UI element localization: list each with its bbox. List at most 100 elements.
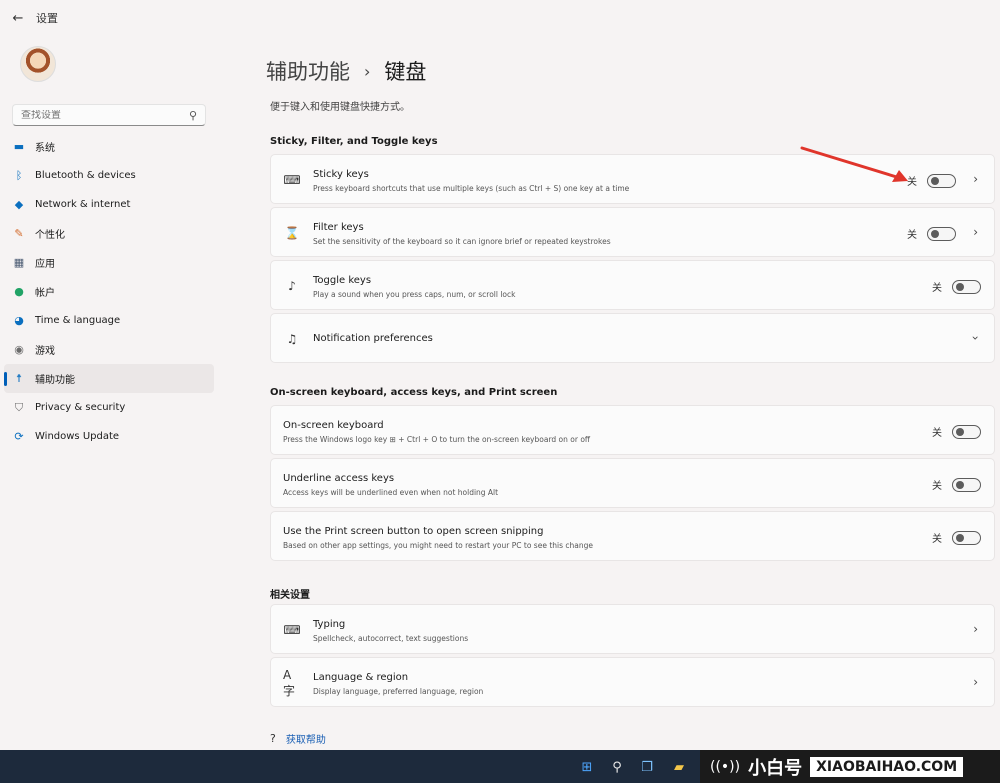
sidebar-item-label: Privacy & security — [35, 402, 126, 413]
chevron-right-icon[interactable]: › — [973, 172, 978, 186]
page-subtitle: 便于键入和使用键盘快捷方式。 — [270, 102, 410, 113]
get-help-link[interactable]: ? 获取帮助 — [270, 731, 326, 746]
sidebar-item-label: Windows Update — [35, 431, 120, 442]
sidebar-item-windows-update[interactable]: ⟳ Windows Update — [0, 422, 214, 451]
page-title: 键盘 — [384, 60, 427, 84]
toggle-state-label: 关 — [907, 230, 917, 241]
speaker-icon: ♪ — [288, 279, 296, 293]
card-title: Language & region — [313, 672, 409, 683]
underline-access-keys-toggle[interactable] — [952, 477, 981, 492]
back-arrow-icon[interactable]: ← — [8, 8, 28, 28]
monitor-icon: ▬ — [13, 140, 25, 153]
card-title: Sticky keys — [313, 169, 369, 180]
get-help-label: 获取帮助 — [285, 735, 326, 746]
card-description: Spellcheck, autocorrect, text suggestion… — [313, 634, 469, 643]
language-icon: A字 — [283, 667, 296, 698]
search-box[interactable]: ⚲ — [12, 104, 206, 126]
search-icon[interactable]: ⚲ — [189, 109, 197, 122]
watermark-brand: ((•)) 小白号 XIAOBAIHAO.COM — [700, 750, 1000, 783]
toggle-keys-card[interactable]: ♪ Toggle keys Play a sound when you pres… — [270, 260, 995, 310]
sidebar-item-label: 应用 — [35, 259, 55, 270]
brand-name: 小白号 — [748, 757, 803, 779]
title-bar: ← 设置 — [0, 0, 1000, 34]
sidebar-item-system[interactable]: ▬ 系统 — [0, 132, 214, 161]
breadcrumb: 辅助功能 › 键盘 — [266, 56, 426, 86]
keyboard-sticky-icon: ⌨ — [283, 173, 301, 187]
toggle-state-label: 关 — [932, 534, 942, 545]
keyboard-icon: ⌨ — [283, 623, 301, 637]
sidebar-item-label: 辅助功能 — [35, 375, 75, 386]
toggle-group: 关 — [907, 226, 956, 241]
chevron-right-icon[interactable]: › — [973, 675, 978, 689]
avatar[interactable] — [20, 46, 56, 82]
gamepad-icon: ◉ — [14, 343, 24, 356]
filter-keys-toggle[interactable] — [927, 226, 956, 241]
sidebar-item-bluetooth[interactable]: ᛒ Bluetooth & devices — [0, 161, 214, 190]
on-screen-keyboard-card[interactable]: On-screen keyboard Press the Windows log… — [270, 405, 995, 455]
breadcrumb-parent[interactable]: 辅助功能 — [266, 56, 350, 86]
sidebar-item-label: 系统 — [35, 143, 55, 154]
card-description: Press keyboard shortcuts that use multip… — [313, 184, 630, 193]
apps-icon: ▦ — [13, 256, 25, 269]
search-input[interactable] — [21, 109, 189, 121]
sticky-keys-card[interactable]: ⌨ Sticky keys Press keyboard shortcuts t… — [270, 154, 995, 204]
toggle-state-label: 关 — [907, 177, 917, 188]
card-title: Toggle keys — [313, 275, 372, 286]
toggle-state-label: 关 — [932, 283, 942, 294]
file-explorer-icon[interactable]: ▰ — [670, 758, 688, 776]
card-description: Press the Windows logo key ⊞ + Ctrl + O … — [283, 435, 591, 444]
on-screen-keyboard-toggle[interactable] — [952, 424, 981, 439]
sidebar-item-privacy[interactable]: ⛉ Privacy & security — [0, 393, 214, 422]
windows-start-icon[interactable]: ⊞ — [578, 758, 596, 776]
card-title: Underline access keys — [283, 473, 395, 484]
card-description: Based on other app settings, you might n… — [283, 541, 593, 550]
help-icon: ? — [270, 732, 276, 745]
sidebar-item-label: 帐户 — [35, 288, 55, 299]
chevron-right-icon[interactable]: › — [973, 225, 978, 239]
globe-clock-icon: ◕ — [14, 314, 24, 327]
settings-window: ← 设置 ⚲ ▬ 系统 ᛒ Bluetooth & devices ◆ Netw… — [0, 0, 1000, 750]
sidebar-item-network[interactable]: ◆ Network & internet — [0, 190, 214, 219]
sidebar-item-gaming[interactable]: ◉ 游戏 — [0, 335, 214, 364]
toggle-group: 关 — [932, 530, 981, 545]
wifi-icon: ◆ — [14, 198, 24, 211]
sidebar-item-label: 个性化 — [35, 230, 65, 241]
toggle-state-label: 关 — [932, 481, 942, 492]
person-icon: ● — [14, 285, 24, 298]
search-icon[interactable]: ⚲ — [608, 758, 626, 776]
card-title: Use the Print screen button to open scre… — [283, 526, 544, 537]
toggle-group: 关 — [932, 424, 981, 439]
sidebar-item-time-language[interactable]: ◕ Time & language — [0, 306, 214, 335]
card-title: Typing — [313, 619, 346, 630]
toggle-group: 关 — [932, 279, 981, 294]
sidebar-item-accessibility[interactable]: ☨ 辅助功能 — [4, 364, 214, 393]
typing-card[interactable]: ⌨ Typing Spellcheck, autocorrect, text s… — [270, 604, 995, 654]
print-screen-toggle[interactable] — [952, 530, 981, 545]
sidebar-item-label: 游戏 — [35, 346, 55, 357]
filter-keys-card[interactable]: ⌛ Filter keys Set the sensitivity of the… — [270, 207, 995, 257]
card-description: Play a sound when you press caps, num, o… — [313, 290, 516, 299]
card-description: Set the sensitivity of the keyboard so i… — [313, 237, 611, 246]
broadcast-icon: ((•)) — [710, 758, 741, 775]
brand-domain: XIAOBAIHAO.COM — [810, 756, 964, 777]
chevron-right-icon: › — [364, 61, 371, 81]
section-title-onscreen: On-screen keyboard, access keys, and Pri… — [270, 387, 558, 398]
bell-icon: ♫ — [286, 332, 298, 346]
sticky-keys-toggle[interactable] — [927, 173, 956, 188]
sidebar-item-accounts[interactable]: ● 帐户 — [0, 277, 214, 306]
chevron-down-icon[interactable]: › — [969, 336, 983, 341]
sidebar-item-apps[interactable]: ▦ 应用 — [0, 248, 214, 277]
underline-access-keys-card[interactable]: Underline access keys Access keys will b… — [270, 458, 995, 508]
chevron-right-icon[interactable]: › — [973, 622, 978, 636]
sidebar-nav: ▬ 系统 ᛒ Bluetooth & devices ◆ Network & i… — [0, 132, 214, 451]
task-view-icon[interactable]: ❐ — [638, 758, 656, 776]
sidebar-item-personalization[interactable]: ✎ 个性化 — [0, 219, 214, 248]
toggle-keys-toggle[interactable] — [952, 279, 981, 294]
notification-preferences-card[interactable]: ♫ Notification preferences › — [270, 313, 995, 363]
language-region-card[interactable]: A字 Language & region Display language, p… — [270, 657, 995, 707]
card-title: On-screen keyboard — [283, 420, 384, 431]
accessibility-icon: ☨ — [16, 372, 22, 385]
update-icon: ⟳ — [14, 430, 24, 443]
print-screen-card[interactable]: Use the Print screen button to open scre… — [270, 511, 995, 561]
keyboard-filter-icon: ⌛ — [284, 226, 300, 240]
